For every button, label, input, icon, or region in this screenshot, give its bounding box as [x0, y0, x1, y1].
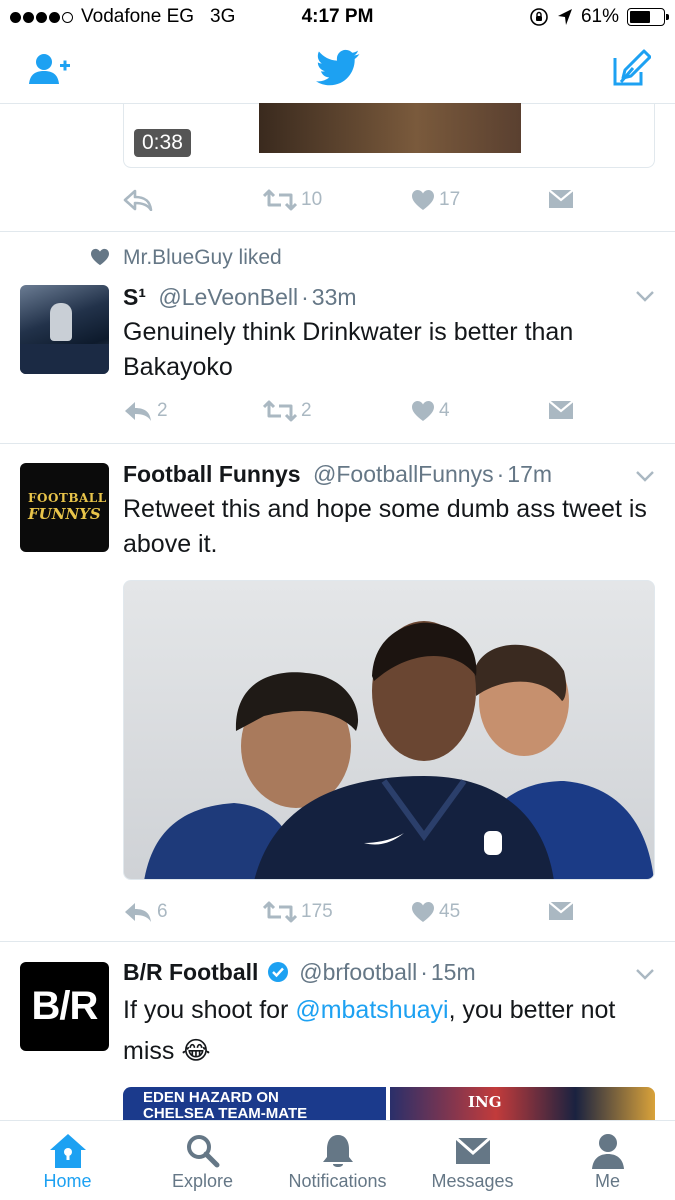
tweet-photo[interactable]: [123, 580, 655, 880]
battery-icon: [627, 8, 669, 26]
tab-home[interactable]: Home: [0, 1131, 135, 1192]
retweet-icon: [263, 400, 297, 422]
retweet-button[interactable]: 10: [263, 189, 322, 211]
direct-message-button[interactable]: [548, 400, 574, 420]
tab-notifications[interactable]: Notifications: [270, 1131, 405, 1192]
reply-count: 2: [157, 400, 168, 421]
video-thumbnail[interactable]: 0:38: [123, 103, 655, 168]
social-context-text: Mr.BlueGuy liked: [123, 246, 282, 269]
tab-label: Home: [43, 1171, 92, 1191]
tweet[interactable]: Mr.BlueGuy liked S¹ @LeVeonBell · 33m Genu…: [0, 232, 675, 444]
battery-percent: 61%: [580, 6, 619, 27]
tweet-text-part: If you shoot for: [123, 996, 296, 1024]
like-button[interactable]: 45: [411, 901, 460, 923]
tears-of-joy-emoji: 😂: [181, 1037, 211, 1065]
like-count: 4: [439, 400, 450, 421]
location-arrow-icon: [557, 9, 572, 25]
timestamp[interactable]: 17m: [507, 461, 552, 487]
retweet-button[interactable]: 2: [263, 400, 312, 422]
avatar-text: B/R: [31, 984, 99, 1028]
compose-icon[interactable]: [611, 48, 651, 88]
reply-icon: [125, 402, 151, 421]
person-icon: [591, 1134, 624, 1169]
home-icon: [49, 1134, 86, 1168]
separator: ·: [496, 461, 505, 487]
like-count: 17: [439, 189, 461, 210]
direct-message-button[interactable]: [548, 901, 574, 921]
tweet-text: Genuinely think Drinkwater is better tha…: [123, 318, 574, 381]
tab-label: Explore: [171, 1171, 234, 1191]
heart-icon: [91, 248, 109, 266]
tab-label: Me: [594, 1171, 620, 1191]
tweet[interactable]: B/R B/R Football @brfootball · 15m If you …: [0, 942, 675, 1127]
search-icon: [186, 1135, 219, 1168]
retweet-icon: [263, 901, 297, 923]
envelope-icon: [548, 901, 574, 920]
retweet-count: 175: [301, 901, 333, 922]
add-user-icon[interactable]: [28, 52, 72, 86]
display-name[interactable]: S¹: [123, 284, 146, 310]
separator: ·: [301, 284, 309, 310]
retweet-count: 10: [301, 189, 323, 210]
tab-label: Notifications: [288, 1171, 387, 1191]
avatar-text-bottom: FUNNYS: [28, 505, 101, 523]
bottom-tab-bar: Home Explore Notifications Messages Me: [0, 1120, 675, 1200]
heart-icon: [412, 190, 434, 210]
chevron-down-icon[interactable]: [635, 968, 655, 980]
retweet-icon: [263, 189, 297, 211]
like-button[interactable]: 4: [411, 400, 450, 422]
tweet-text: Retweet this and hope some dumb ass twee…: [123, 495, 647, 558]
envelope-icon: [454, 1136, 491, 1164]
twitter-bird-icon[interactable]: [316, 49, 360, 87]
reply-icon: [123, 189, 153, 211]
like-count: 45: [439, 901, 461, 922]
video-duration-badge: 0:38: [134, 129, 191, 157]
tweet-partial[interactable]: 0:38 10 17: [0, 103, 675, 232]
tab-explore[interactable]: Explore: [135, 1131, 270, 1192]
timestamp[interactable]: 15m: [431, 959, 476, 985]
tweet-text: If you shoot for @mbatshuayi, you better…: [123, 990, 655, 1072]
reply-count: 6: [157, 901, 168, 922]
media-caption: EDEN HAZARD ON CHELSEA TEAM-MATE: [143, 1089, 308, 1122]
heart-icon: [412, 902, 434, 922]
envelope-icon: [548, 400, 574, 419]
like-button[interactable]: 17: [411, 189, 460, 211]
timestamp[interactable]: 33m: [312, 284, 357, 310]
tweet[interactable]: FOOTBALL FUNNYS Football Funnys @Footbal…: [0, 444, 675, 942]
video-frame: [259, 103, 521, 153]
avatar[interactable]: [20, 285, 109, 374]
heart-icon: [412, 401, 434, 421]
reply-button[interactable]: [123, 189, 153, 211]
reply-icon: [125, 903, 151, 922]
orientation-lock-icon: [530, 8, 548, 26]
avatar[interactable]: B/R: [20, 962, 109, 1051]
envelope-icon: [548, 189, 574, 208]
reply-button[interactable]: 2: [123, 400, 168, 422]
mention-link[interactable]: @mbatshuayi: [295, 996, 448, 1024]
separator: ·: [420, 959, 428, 985]
retweet-count: 2: [301, 400, 312, 421]
bell-icon: [322, 1135, 353, 1167]
display-name[interactable]: Football Funnys: [123, 461, 301, 487]
avatar-text-top: FOOTBALL: [28, 491, 107, 505]
user-handle[interactable]: @FootballFunnys: [313, 461, 494, 487]
top-navigation-bar: [0, 36, 675, 104]
retweet-button[interactable]: 175: [263, 901, 333, 923]
display-name[interactable]: B/R Football: [123, 959, 258, 985]
tab-label: Messages: [431, 1171, 514, 1191]
direct-message-button[interactable]: [548, 189, 574, 209]
reply-button[interactable]: 6: [123, 901, 168, 923]
user-handle[interactable]: @LeVeonBell: [158, 284, 298, 310]
media-sponsor: ING: [468, 1093, 502, 1111]
chevron-down-icon[interactable]: [635, 290, 655, 302]
status-bar: Vodafone EG 3G 4:17 PM 61%: [0, 0, 675, 36]
photo-content: [144, 621, 654, 879]
tab-messages[interactable]: Messages: [405, 1131, 540, 1192]
chevron-down-icon[interactable]: [635, 470, 655, 482]
avatar[interactable]: FOOTBALL FUNNYS: [20, 463, 109, 552]
tab-me[interactable]: Me: [540, 1131, 675, 1192]
verified-badge-icon: [267, 962, 288, 982]
social-context: Mr.BlueGuy liked: [91, 246, 282, 270]
user-handle[interactable]: @brfootball: [299, 959, 417, 985]
